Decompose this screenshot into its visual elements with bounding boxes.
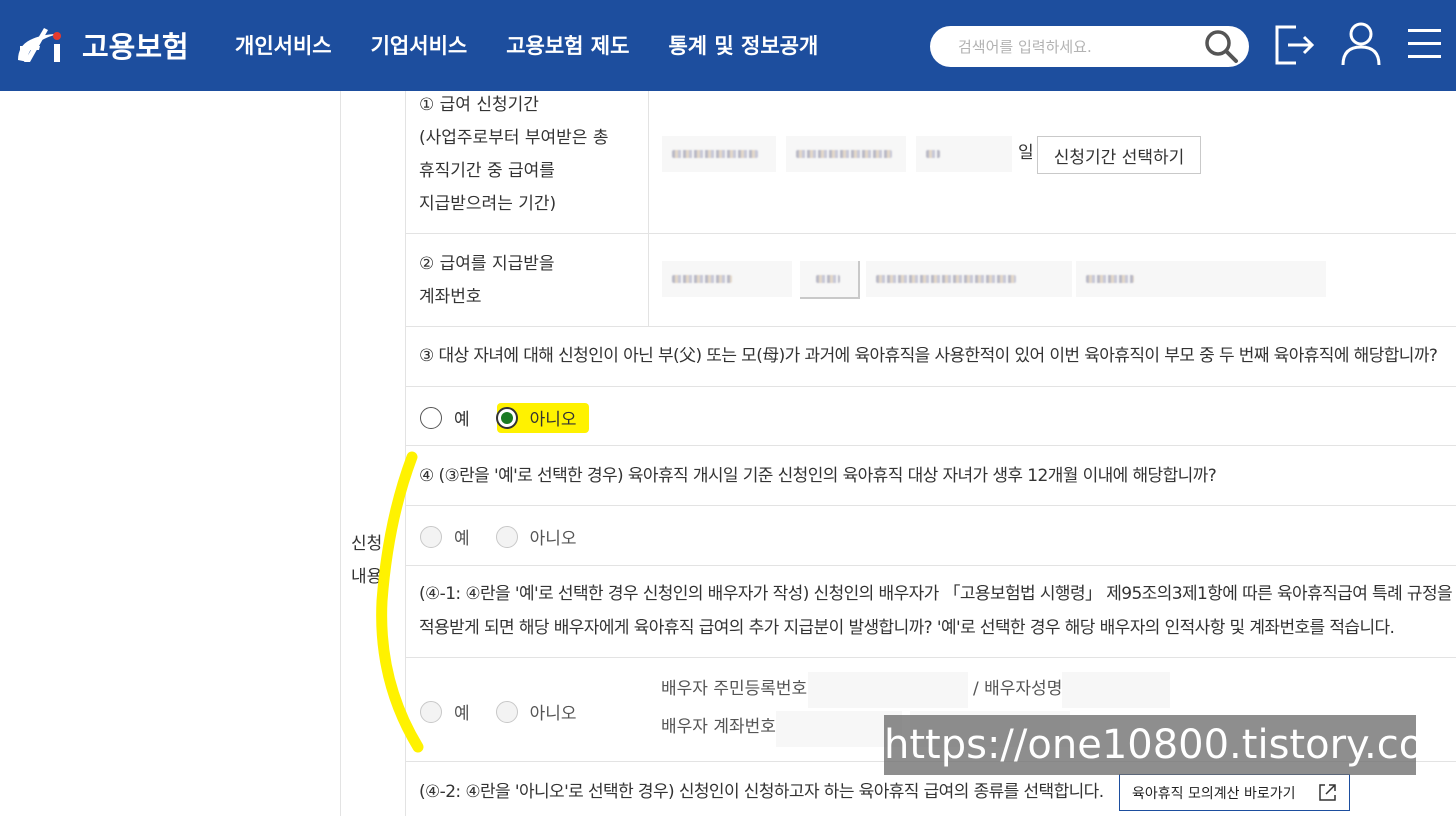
question-4-options: 예 아니오 [420, 524, 603, 549]
nav-insurance-system[interactable]: 고용보험 제도 [506, 30, 629, 60]
period-end-field[interactable] [786, 136, 906, 172]
watermark-text: https://one10800.tistory.com [884, 715, 1456, 775]
table-border [405, 233, 1456, 234]
site-logo[interactable]: 고용보험 [14, 16, 189, 68]
nav-statistics-info[interactable]: 통계 및 정보공개 [668, 30, 818, 60]
account-number-label: ② 급여를 지급받을 계좌번호 [419, 248, 555, 314]
top-header: 고용보험 개인서비스 기업서비스 고용보험 제도 통계 및 정보공개 [0, 0, 1456, 91]
logout-icon[interactable] [1274, 24, 1316, 66]
hamburger-menu-icon[interactable] [1408, 27, 1441, 61]
main-nav: 개인서비스 기업서비스 고용보험 제도 통계 및 정보공개 [235, 30, 818, 60]
label-line: ② 급여를 지급받을 [419, 254, 555, 274]
simulation-link-label: 육아휴직 모의계산 바로가기 [1132, 785, 1296, 802]
spouse-account-label: 배우자 계좌번호 [661, 717, 776, 737]
logo-text: 고용보험 [82, 30, 189, 64]
q3-yes-label[interactable]: 예 [454, 405, 470, 430]
table-border [405, 565, 1456, 566]
day-unit-text: 일 [1018, 143, 1034, 163]
spouse-id-label: 배우자 주민등록번호 [661, 679, 808, 699]
application-form: 신청 내용 ① 급여 신청기간 (사업주로부터 부여받은 총 휴직기간 중 급여… [0, 91, 1456, 816]
question-4-2-text: (④-2: ④란을 '아니오'로 선택한 경우) 신청인이 신청하고자 하는 육… [419, 782, 1104, 802]
highlight-stroke [376, 451, 424, 753]
table-border [405, 445, 1456, 446]
ei-logo-icon [18, 28, 61, 62]
select-period-button[interactable]: 신청기간 선택하기 [1037, 136, 1201, 174]
table-border [648, 91, 649, 326]
table-border [405, 386, 1456, 387]
simulation-link-button[interactable]: 육아휴직 모의계산 바로가기 [1119, 774, 1350, 811]
q4-yes-label[interactable]: 예 [454, 524, 470, 549]
table-border [405, 505, 1456, 506]
spouse-id-field[interactable] [808, 672, 968, 708]
bank-select-field[interactable] [662, 261, 792, 297]
question-3-options: 예 아니오 [420, 405, 603, 430]
q4-no-radio[interactable] [495, 525, 518, 548]
table-border [405, 657, 1456, 658]
q3-no-radio[interactable] [495, 406, 518, 429]
q3-no-label[interactable]: 아니오 [530, 405, 577, 430]
label-line: 지급받으려는 기간) [419, 194, 557, 214]
external-link-icon [1319, 784, 1336, 801]
search-box [930, 26, 1249, 67]
label-line: 계좌번호 [419, 287, 482, 307]
label-line: 휴직기간 중 급여를 [419, 161, 555, 181]
period-start-field[interactable] [662, 136, 776, 172]
spouse-name-field[interactable] [1062, 672, 1170, 708]
nav-business-service[interactable]: 기업서비스 [371, 30, 468, 60]
question-3-text: ③ 대상 자녀에 대해 신청인이 아닌 부(父) 또는 모(母)가 과거에 육아… [419, 346, 1438, 366]
account-number-field[interactable] [866, 261, 1072, 297]
search-input[interactable] [956, 34, 1200, 60]
label-line: ① 급여 신청기간 [419, 95, 539, 115]
q4-1-no-radio[interactable] [495, 700, 518, 723]
benefit-period-label: ① 급여 신청기간 (사업주로부터 부여받은 총 휴직기간 중 급여를 지급받으… [419, 89, 608, 221]
bank-search-button[interactable] [800, 261, 860, 299]
q4-1-yes-label[interactable]: 예 [454, 699, 470, 724]
spouse-name-label: / 배우자성명 [973, 679, 1063, 699]
table-border [340, 91, 341, 816]
q4-1-no-label[interactable]: 아니오 [530, 699, 577, 724]
search-icon[interactable] [1203, 28, 1239, 64]
label-line: (사업주로부터 부여받은 총 [419, 128, 609, 148]
q4-no-label[interactable]: 아니오 [530, 524, 577, 549]
table-border [405, 326, 1456, 327]
question-4-1-options: 예 아니오 [420, 699, 603, 724]
question-4-1-text-line1: (④-1: ④란을 '예'로 선택한 경우 신청인의 배우자가 작성) 신청인의… [419, 584, 1453, 604]
q3-yes-radio[interactable] [420, 406, 442, 429]
account-holder-field[interactable] [1076, 261, 1326, 297]
question-4-1-text-line2: 적용받게 되면 해당 배우자에게 육아휴직 급여의 추가 지급분이 발생합니까?… [419, 618, 1395, 638]
user-icon[interactable] [1341, 22, 1381, 66]
period-days-field[interactable] [916, 136, 1012, 172]
question-4-text: ④ (③란을 '예'로 선택한 경우) 육아휴직 개시일 기준 신청인의 육아휴… [419, 466, 1217, 486]
nav-personal-service[interactable]: 개인서비스 [235, 30, 332, 60]
